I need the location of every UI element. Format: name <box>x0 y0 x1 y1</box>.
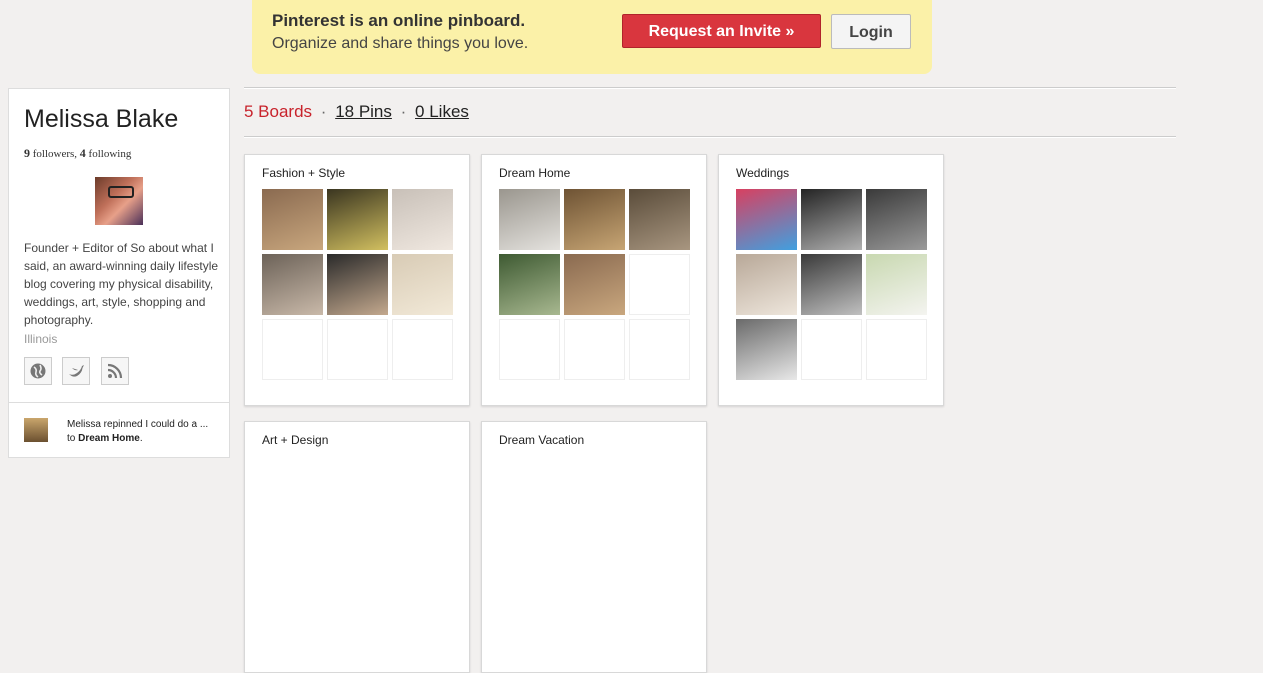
board-title[interactable]: Art + Design <box>262 433 328 447</box>
activity-item: Melissa repinned I could do a ... to Dre… <box>67 418 217 446</box>
empty-pin-slot <box>499 319 560 380</box>
top-rule <box>244 87 1176 89</box>
board-card[interactable]: Dream Home <box>481 154 707 406</box>
stats-separator: · <box>320 102 327 121</box>
pin-thumbnail[interactable] <box>262 254 323 315</box>
profile-sidebar: Melissa Blake 9 followers, 4 following F… <box>8 88 230 458</box>
board-card[interactable]: Dream Vacation <box>481 421 707 673</box>
tab-pins[interactable]: 18 Pins <box>335 102 392 121</box>
twitter-link[interactable] <box>62 357 90 385</box>
bottom-rule <box>244 136 1176 138</box>
followers-count[interactable]: 9 <box>24 146 30 160</box>
tab-boards[interactable]: 5 Boards <box>244 102 312 121</box>
profile-bio: Founder + Editor of So about what I said… <box>24 241 219 327</box>
pin-thumbnail[interactable] <box>499 189 560 250</box>
empty-pin-slot <box>629 319 690 380</box>
login-button[interactable]: Login <box>831 14 911 49</box>
sidebar-divider <box>9 402 229 403</box>
board-card[interactable]: Weddings <box>718 154 944 406</box>
followers-label[interactable]: followers <box>33 148 75 160</box>
board-title[interactable]: Weddings <box>736 166 789 180</box>
pin-thumbnail[interactable] <box>866 189 927 250</box>
pin-thumbnail[interactable] <box>564 254 625 315</box>
profile-stats-nav: 5 Boards · 18 Pins · 0 Likes <box>244 102 469 122</box>
pin-thumbnail[interactable] <box>736 319 797 380</box>
rss-link[interactable] <box>101 357 129 385</box>
follow-stats: 9 followers, 4 following <box>24 146 132 160</box>
website-link[interactable] <box>24 357 52 385</box>
tab-likes[interactable]: 0 Likes <box>415 102 469 121</box>
activity-thumbnail[interactable] <box>24 418 48 442</box>
request-invite-button[interactable]: Request an Invite » <box>622 14 821 48</box>
stats-separator: · <box>400 102 407 121</box>
activity-board-link[interactable]: Dream Home <box>78 433 140 444</box>
following-count[interactable]: 4 <box>80 146 86 160</box>
globe-icon <box>30 363 46 379</box>
empty-pin-slot <box>327 319 388 380</box>
following-label[interactable]: following <box>89 148 132 160</box>
empty-pin-slot <box>564 319 625 380</box>
avatar[interactable] <box>95 177 143 225</box>
pin-thumbnail[interactable] <box>262 189 323 250</box>
banner-tagline: Organize and share things you love. <box>272 35 529 52</box>
board-card[interactable]: Fashion + Style <box>244 154 470 406</box>
signup-banner: Pinterest is an online pinboard. Organiz… <box>252 0 932 74</box>
board-card[interactable]: Art + Design <box>244 421 470 673</box>
board-title[interactable]: Dream Home <box>499 166 570 180</box>
twitter-icon <box>69 365 84 377</box>
empty-pin-slot <box>262 319 323 380</box>
pin-thumbnail[interactable] <box>736 189 797 250</box>
rss-icon <box>107 363 123 379</box>
empty-pin-slot <box>801 319 862 380</box>
pin-thumbnail[interactable] <box>327 189 388 250</box>
pin-thumbnail[interactable] <box>866 254 927 315</box>
board-title[interactable]: Fashion + Style <box>262 166 345 180</box>
pin-thumbnail[interactable] <box>564 189 625 250</box>
board-title[interactable]: Dream Vacation <box>499 433 584 447</box>
empty-pin-slot <box>866 319 927 380</box>
pin-thumbnail[interactable] <box>629 189 690 250</box>
pin-thumbnail[interactable] <box>327 254 388 315</box>
pin-thumbnail[interactable] <box>392 189 453 250</box>
empty-pin-slot <box>629 254 690 315</box>
pin-thumbnail[interactable] <box>392 254 453 315</box>
activity-suffix: . <box>139 433 143 444</box>
profile-location: Illinois <box>24 332 58 346</box>
profile-name: Melissa Blake <box>24 105 179 133</box>
pin-thumbnail[interactable] <box>801 189 862 250</box>
banner-headline: Pinterest is an online pinboard. <box>272 11 526 30</box>
pin-thumbnail[interactable] <box>736 254 797 315</box>
empty-pin-slot <box>392 319 453 380</box>
pin-thumbnail[interactable] <box>801 254 862 315</box>
pin-thumbnail[interactable] <box>499 254 560 315</box>
